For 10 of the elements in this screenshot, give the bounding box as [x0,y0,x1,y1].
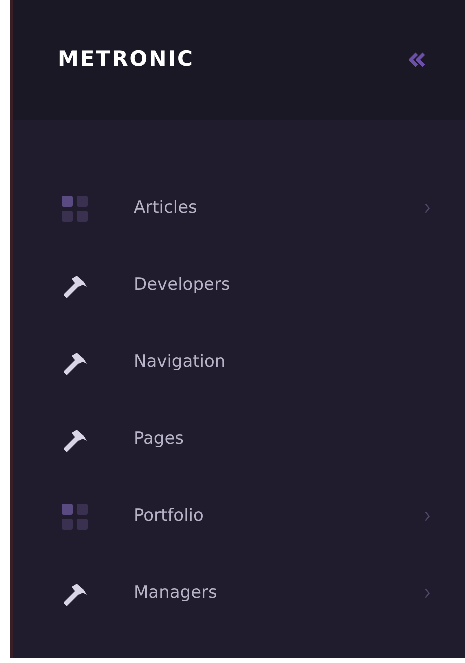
sidebar-item[interactable]: Articles [13,170,465,247]
sidebar-item[interactable]: Pages [13,401,465,478]
grid-icon [62,504,88,530]
sidebar-item[interactable]: Managers [13,555,465,632]
collapse-icon[interactable] [407,50,427,70]
sidebar-item[interactable]: Navigation [13,324,465,401]
sidebar-item[interactable]: Developers [13,247,465,324]
grid-icon [62,196,88,222]
sidebar-item[interactable]: Portfolio [13,478,465,555]
brand-logo[interactable]: METRONIC [58,44,194,76]
